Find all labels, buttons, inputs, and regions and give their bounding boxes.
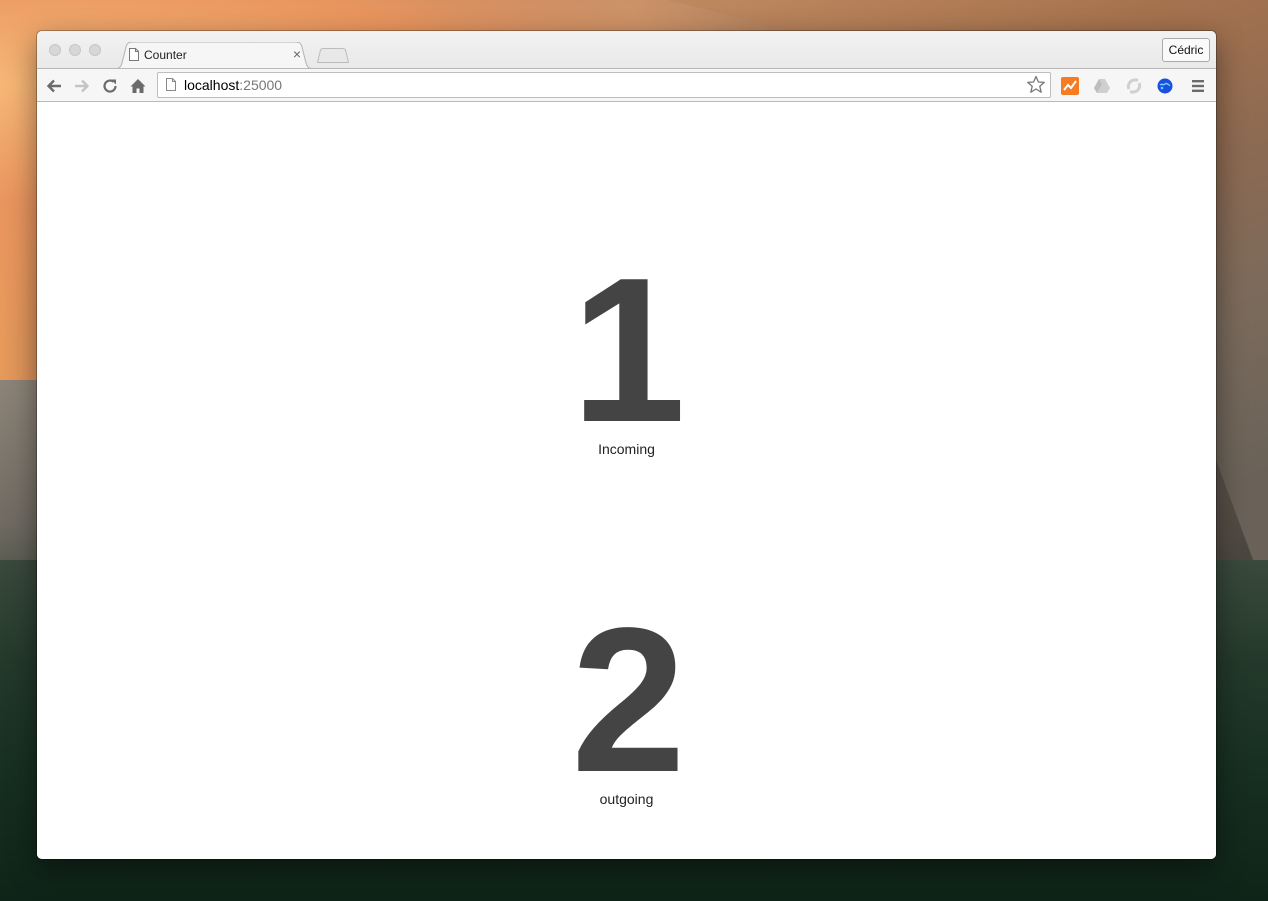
analytics-extension-icon[interactable] <box>1061 77 1079 95</box>
reload-icon[interactable] <box>101 77 119 95</box>
back-arrow-icon[interactable] <box>45 77 63 95</box>
close-window-button[interactable] <box>49 44 61 56</box>
address-bar[interactable]: localhost:25000 <box>157 72 1051 98</box>
globe-extension-icon[interactable] <box>1156 77 1174 95</box>
incoming-count: 1 <box>571 235 686 465</box>
home-icon[interactable] <box>129 77 147 95</box>
url-text: localhost:25000 <box>184 76 282 94</box>
menu-icon[interactable] <box>1189 77 1207 95</box>
page-content: 1 Incoming 2 outgoing <box>37 102 1216 859</box>
outgoing-count: 2 <box>571 585 686 815</box>
sync-extension-icon[interactable] <box>1125 77 1143 95</box>
browser-window: Counter × Cédric localhost:25000 1 Incom… <box>37 31 1216 859</box>
tab-close-icon[interactable]: × <box>290 46 304 62</box>
desktop-wallpaper: Counter × Cédric localhost:25000 1 Incom… <box>0 0 1268 901</box>
incoming-label: Incoming <box>598 441 655 457</box>
tab-title: Counter <box>144 48 187 62</box>
forward-arrow-icon[interactable] <box>73 77 91 95</box>
minimize-window-button[interactable] <box>69 44 81 56</box>
incoming-counter: 1 Incoming <box>37 235 1216 465</box>
url-port: :25000 <box>239 77 283 93</box>
maximize-window-button[interactable] <box>89 44 101 56</box>
outgoing-label: outgoing <box>599 791 654 807</box>
bookmark-star-icon[interactable] <box>1026 75 1046 95</box>
title-bar: Counter × Cédric <box>37 31 1216 69</box>
url-host: localhost <box>184 77 240 93</box>
profile-button[interactable]: Cédric <box>1162 38 1210 62</box>
new-tab-button[interactable] <box>317 48 349 63</box>
page-icon <box>129 48 139 61</box>
outgoing-counter: 2 outgoing <box>37 585 1216 815</box>
drive-extension-icon[interactable] <box>1093 77 1111 95</box>
page-icon <box>166 78 176 91</box>
toolbar: localhost:25000 <box>37 68 1216 102</box>
